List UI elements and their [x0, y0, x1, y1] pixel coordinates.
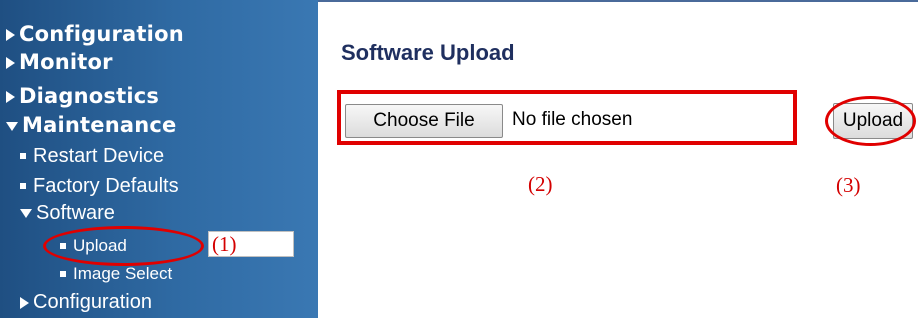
- choose-file-button[interactable]: Choose File: [345, 104, 503, 138]
- sidebar-item-factory-defaults[interactable]: Factory Defaults: [20, 174, 179, 198]
- sidebar-item-diagnostics[interactable]: Diagnostics: [6, 84, 159, 108]
- file-status-text: No file chosen: [512, 109, 633, 130]
- annotation-label-3: (3): [836, 173, 861, 197]
- triangle-right-icon: [20, 296, 29, 309]
- sidebar-item-label: Restart Device: [33, 145, 165, 167]
- sidebar-item-label: Diagnostics: [19, 84, 160, 108]
- sidebar-item-label: Image Select: [73, 264, 173, 283]
- sidebar-item-maintenance[interactable]: Maintenance: [6, 113, 176, 137]
- sidebar-item-label: Software: [36, 202, 115, 224]
- triangle-right-icon: [6, 57, 15, 69]
- sidebar-item-label: Factory Defaults: [33, 175, 179, 197]
- sidebar-item-label: Monitor: [19, 50, 113, 74]
- sidebar-item-label: Configuration: [33, 291, 152, 313]
- triangle-down-icon: [20, 209, 32, 219]
- sidebar-item-monitor[interactable]: Monitor: [6, 50, 113, 74]
- bullet-icon: [60, 270, 66, 277]
- sidebar-item-image-select[interactable]: Image Select: [60, 264, 172, 284]
- sidebar-item-restart-device[interactable]: Restart Device: [20, 144, 164, 168]
- bullet-icon: [20, 152, 26, 159]
- sidebar-nav: Configuration Monitor Diagnostics Mainte…: [0, 0, 318, 318]
- top-border: [318, 0, 918, 2]
- sidebar-item-configuration-sub[interactable]: Configuration: [20, 290, 152, 314]
- triangle-right-icon: [6, 29, 15, 41]
- sidebar-item-software[interactable]: Software: [20, 201, 115, 225]
- page-title: Software Upload: [341, 40, 515, 65]
- annotation-label-1: (1): [212, 232, 237, 256]
- triangle-right-icon: [6, 91, 15, 103]
- annotation-ellipse-1: [43, 226, 204, 266]
- sidebar-item-label: Configuration: [19, 22, 184, 46]
- annotation-ellipse-3: [825, 96, 916, 146]
- triangle-down-icon: [6, 121, 18, 131]
- sidebar-item-label: Maintenance: [22, 113, 177, 137]
- bullet-icon: [20, 182, 26, 189]
- sidebar-item-configuration[interactable]: Configuration: [6, 22, 184, 46]
- annotation-label-2: (2): [528, 172, 553, 196]
